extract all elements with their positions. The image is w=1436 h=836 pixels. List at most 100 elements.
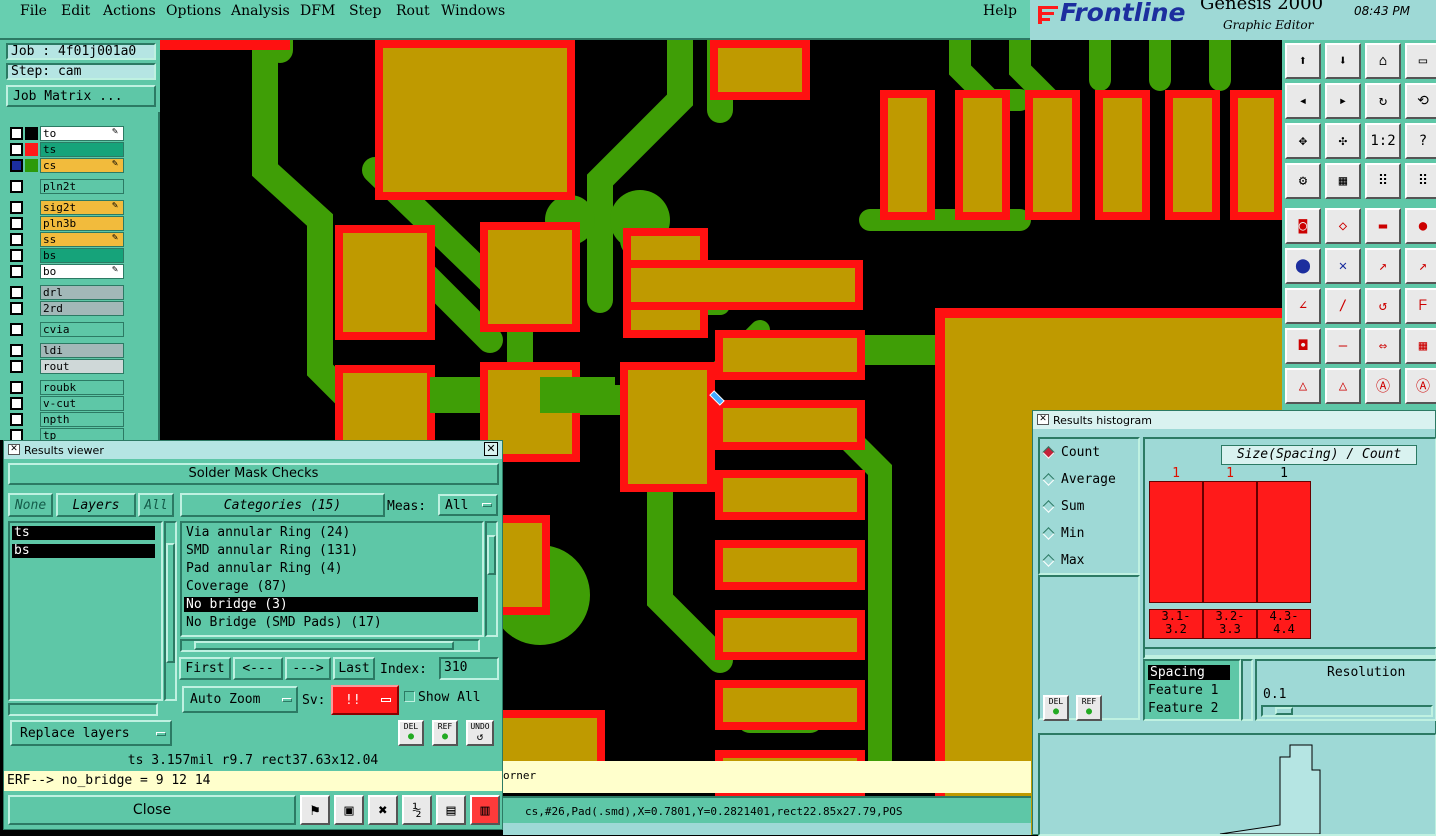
layer-row-sig2t[interactable]: sig2t ✎ bbox=[10, 200, 124, 215]
meas-dropdown[interactable]: All bbox=[438, 494, 498, 516]
report-icon[interactable]: ▤ bbox=[436, 795, 466, 825]
pad-icon[interactable]: ◘ bbox=[1285, 328, 1321, 364]
layer-name[interactable]: roubk bbox=[40, 380, 124, 395]
layer-visible-checkbox[interactable] bbox=[10, 201, 23, 214]
layer-row-npth[interactable]: npth bbox=[10, 412, 124, 427]
layer-row-cvia[interactable]: cvia bbox=[10, 322, 124, 337]
menu-step[interactable]: Step bbox=[349, 3, 381, 19]
all-button[interactable]: All bbox=[138, 493, 174, 517]
line-point-icon[interactable]: ↗ bbox=[1365, 248, 1401, 284]
histogram-bar[interactable] bbox=[1203, 481, 1257, 603]
hist-ref-button[interactable]: REF ● bbox=[1076, 695, 1102, 721]
pan-left-icon[interactable]: ◂ bbox=[1285, 83, 1321, 119]
prev-button[interactable]: <--- bbox=[233, 657, 283, 680]
layer-name[interactable]: pln3b bbox=[40, 216, 124, 231]
menu-analysis[interactable]: Analysis bbox=[231, 3, 290, 19]
layer-visible-checkbox[interactable] bbox=[10, 217, 23, 230]
measure-item[interactable]: Spacing bbox=[1148, 665, 1230, 680]
text-f-icon[interactable]: ᖴ bbox=[1405, 288, 1436, 324]
layer-list-scrollbar[interactable] bbox=[164, 521, 177, 701]
layer-row-roubk[interactable]: roubk bbox=[10, 380, 124, 395]
layer-name[interactable]: bs bbox=[40, 248, 124, 263]
mode-radio-min[interactable]: Min bbox=[1042, 526, 1084, 541]
measure-list[interactable]: Spacing Feature 1 Feature 2 bbox=[1143, 659, 1241, 721]
category-list[interactable]: Via annular Ring (24) SMD annular Ring (1… bbox=[180, 521, 484, 637]
index-input[interactable]: 310 bbox=[439, 657, 499, 680]
select-region-icon[interactable]: ◇ bbox=[1325, 208, 1361, 244]
resolution-slider[interactable] bbox=[1261, 705, 1433, 717]
menu-help[interactable]: Help bbox=[983, 3, 1017, 19]
layer-visible-checkbox[interactable] bbox=[10, 413, 23, 426]
mode-radio-max[interactable]: Max bbox=[1042, 553, 1084, 568]
category-item[interactable]: Pad annular Ring (4) bbox=[184, 561, 478, 576]
settings-icon[interactable]: ⚙ bbox=[1285, 163, 1321, 199]
del-button[interactable]: DEL ● bbox=[398, 720, 424, 746]
show-all-checkbox[interactable] bbox=[404, 691, 415, 702]
layer-visible-checkbox[interactable] bbox=[10, 302, 23, 315]
ruler-icon[interactable]: ▬ bbox=[1365, 208, 1401, 244]
histogram-hscrollbar[interactable] bbox=[1143, 647, 1436, 659]
layer-name[interactable]: ts bbox=[40, 142, 124, 157]
angle-icon[interactable]: ∠ bbox=[1285, 288, 1321, 324]
undo-button[interactable]: UNDO ↺ bbox=[466, 720, 494, 746]
category-item[interactable]: Coverage (87) bbox=[184, 579, 478, 594]
layer-visible-checkbox[interactable] bbox=[10, 249, 23, 262]
layer-row-cs[interactable]: cs ✎ bbox=[10, 158, 124, 173]
replace-layers-dropdown[interactable]: Replace layers bbox=[10, 720, 172, 746]
cross-icon[interactable]: ✕ bbox=[1325, 248, 1361, 284]
layer-visible-checkbox[interactable] bbox=[10, 323, 23, 336]
close-icon[interactable]: ✕ bbox=[484, 442, 498, 456]
layer-row-v-cut[interactable]: v-cut bbox=[10, 396, 124, 411]
layer-visible-checkbox[interactable] bbox=[10, 180, 23, 193]
layer-row-bo[interactable]: bo ✎ bbox=[10, 264, 124, 279]
window-menu-icon[interactable]: ✕ bbox=[1037, 414, 1049, 425]
triangle-icon[interactable]: △ bbox=[1285, 368, 1321, 404]
layer-row-pln2t[interactable]: pln2t bbox=[10, 179, 124, 194]
hist-del-button[interactable]: DEL ● bbox=[1043, 695, 1069, 721]
draw-line-icon[interactable]: / bbox=[1325, 288, 1361, 324]
layer-visible-checkbox[interactable] bbox=[10, 381, 23, 394]
connect-icon[interactable]: ⠿ bbox=[1365, 163, 1401, 199]
window-menu-icon[interactable]: ✕ bbox=[8, 444, 20, 455]
numbered-icon[interactable]: ½ bbox=[402, 795, 432, 825]
results-viewer-titlebar[interactable]: ✕ Results viewer ✕ bbox=[4, 441, 502, 459]
none-button[interactable]: None bbox=[8, 493, 53, 517]
fit-icon[interactable]: ✥ bbox=[1285, 123, 1321, 159]
layer-visible-checkbox[interactable] bbox=[10, 286, 23, 299]
rotate-icon[interactable]: ↺ bbox=[1365, 288, 1401, 324]
layer-name[interactable]: v-cut bbox=[40, 396, 124, 411]
layer-row-ldi[interactable]: ldi bbox=[10, 343, 124, 358]
layer-visible-checkbox[interactable] bbox=[10, 143, 23, 156]
connect-red-icon[interactable]: ⠿ bbox=[1405, 163, 1436, 199]
mode-radio-average[interactable]: Average bbox=[1042, 472, 1116, 487]
layer-name[interactable]: cvia bbox=[40, 322, 124, 337]
layer-row-bs[interactable]: bs bbox=[10, 248, 124, 263]
save-icon[interactable]: ⬇ bbox=[1325, 43, 1361, 79]
categories-button[interactable]: Categories (15) bbox=[180, 493, 385, 517]
flag-icon[interactable]: ⚑ bbox=[300, 795, 330, 825]
layer-visible-checkbox[interactable] bbox=[10, 159, 23, 172]
split-icon[interactable]: ⟲ bbox=[1405, 83, 1436, 119]
layer-visible-checkbox[interactable] bbox=[10, 360, 23, 373]
first-button[interactable]: First bbox=[179, 657, 231, 680]
layer-visible-checkbox[interactable] bbox=[10, 265, 23, 278]
measure-list-scrollbar[interactable] bbox=[1241, 659, 1253, 721]
line-red-icon[interactable]: ↗ bbox=[1405, 248, 1436, 284]
category-item[interactable]: Via annular Ring (24) bbox=[184, 525, 478, 540]
layer-visible-checkbox[interactable] bbox=[10, 344, 23, 357]
layer-row-rout[interactable]: rout bbox=[10, 359, 124, 374]
menu-windows[interactable]: Windows bbox=[441, 3, 505, 19]
grid-icon[interactable]: ▦ bbox=[1325, 163, 1361, 199]
open-icon[interactable]: ⬆ bbox=[1285, 43, 1321, 79]
layer-list-hscrollbar[interactable] bbox=[8, 703, 158, 716]
scale-1-2-icon[interactable]: 1:2 bbox=[1365, 123, 1401, 159]
category-list-scrollbar[interactable] bbox=[485, 521, 498, 637]
layer-results-item[interactable]: bs bbox=[12, 544, 155, 558]
layers-button[interactable]: Layers bbox=[56, 493, 136, 517]
window-icon[interactable]: ▭ bbox=[1405, 43, 1436, 79]
histogram-bar[interactable] bbox=[1257, 481, 1311, 603]
circle-icon[interactable]: ● bbox=[1405, 208, 1436, 244]
redraw-icon[interactable]: ↻ bbox=[1365, 83, 1401, 119]
layer-visible-checkbox[interactable] bbox=[10, 397, 23, 410]
last-button[interactable]: Last bbox=[333, 657, 375, 680]
